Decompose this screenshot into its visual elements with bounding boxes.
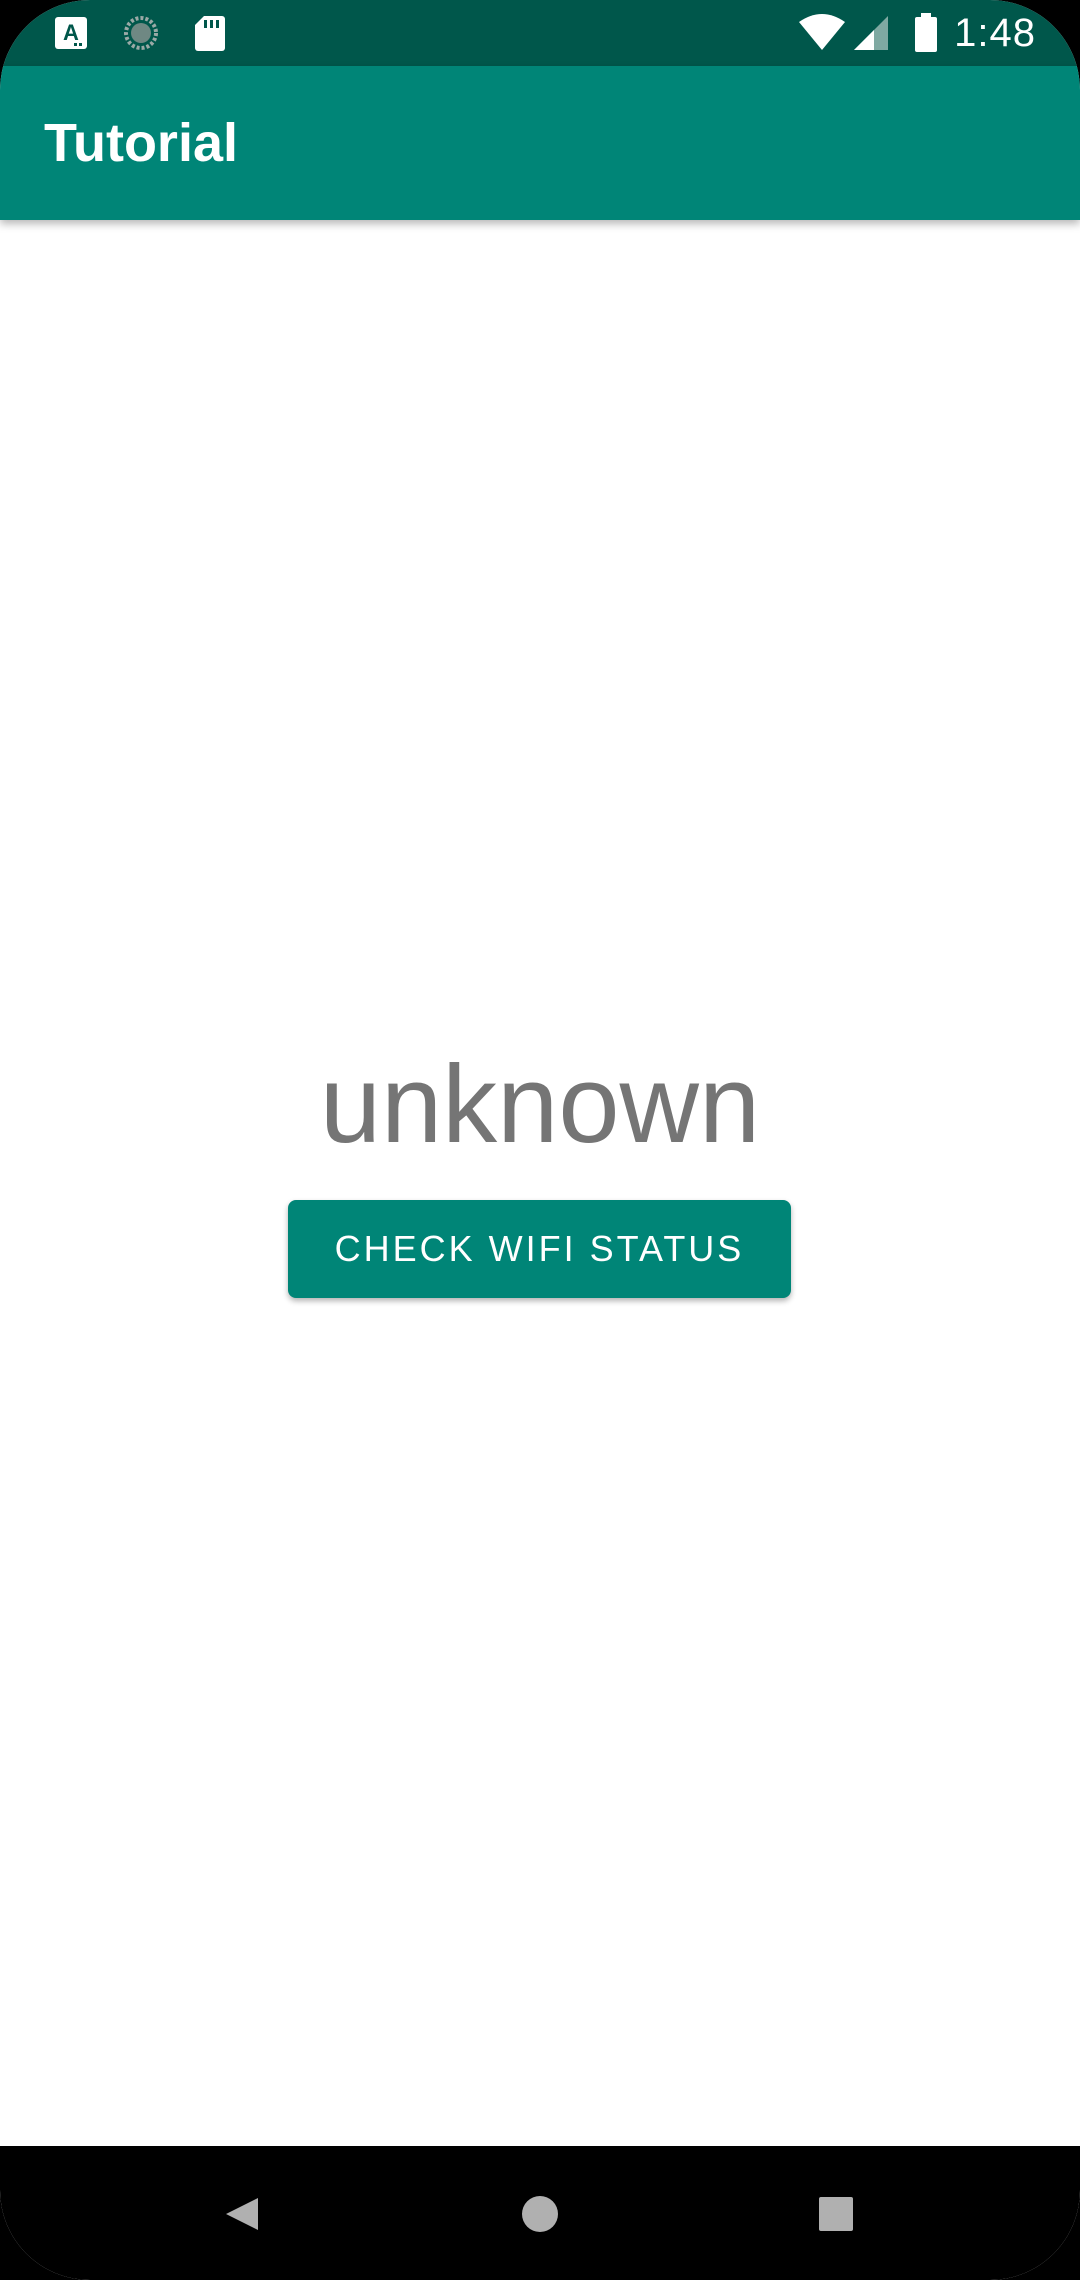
- clock: 1:48: [954, 10, 1036, 55]
- wifi-icon: [798, 14, 846, 52]
- phone-screen: A 1:48 Tutorial unknown CHECK WIFI STATU…: [0, 0, 1080, 2280]
- cell-signal-icon: [852, 14, 890, 52]
- main-content: unknown CHECK WIFI STATUS: [0, 220, 1080, 2146]
- back-icon[interactable]: [214, 2186, 270, 2242]
- check-wifi-status-button[interactable]: CHECK WIFI STATUS: [288, 1200, 791, 1298]
- sync-icon: [122, 14, 160, 52]
- recents-icon[interactable]: [808, 2186, 864, 2242]
- home-icon[interactable]: [512, 2186, 568, 2242]
- svg-text:A: A: [63, 20, 79, 45]
- app-bar: Tutorial: [0, 66, 1080, 220]
- battery-icon: [914, 13, 938, 53]
- text-a-icon: A: [54, 16, 88, 50]
- wifi-status-text: unknown: [319, 1043, 761, 1166]
- sd-card-icon: [194, 14, 226, 52]
- status-left-icons: A: [54, 12, 226, 54]
- status-right-icons: 1:48: [798, 10, 1036, 56]
- navigation-bar: [0, 2146, 1080, 2280]
- app-title: Tutorial: [44, 113, 238, 173]
- status-bar: A 1:48: [0, 0, 1080, 66]
